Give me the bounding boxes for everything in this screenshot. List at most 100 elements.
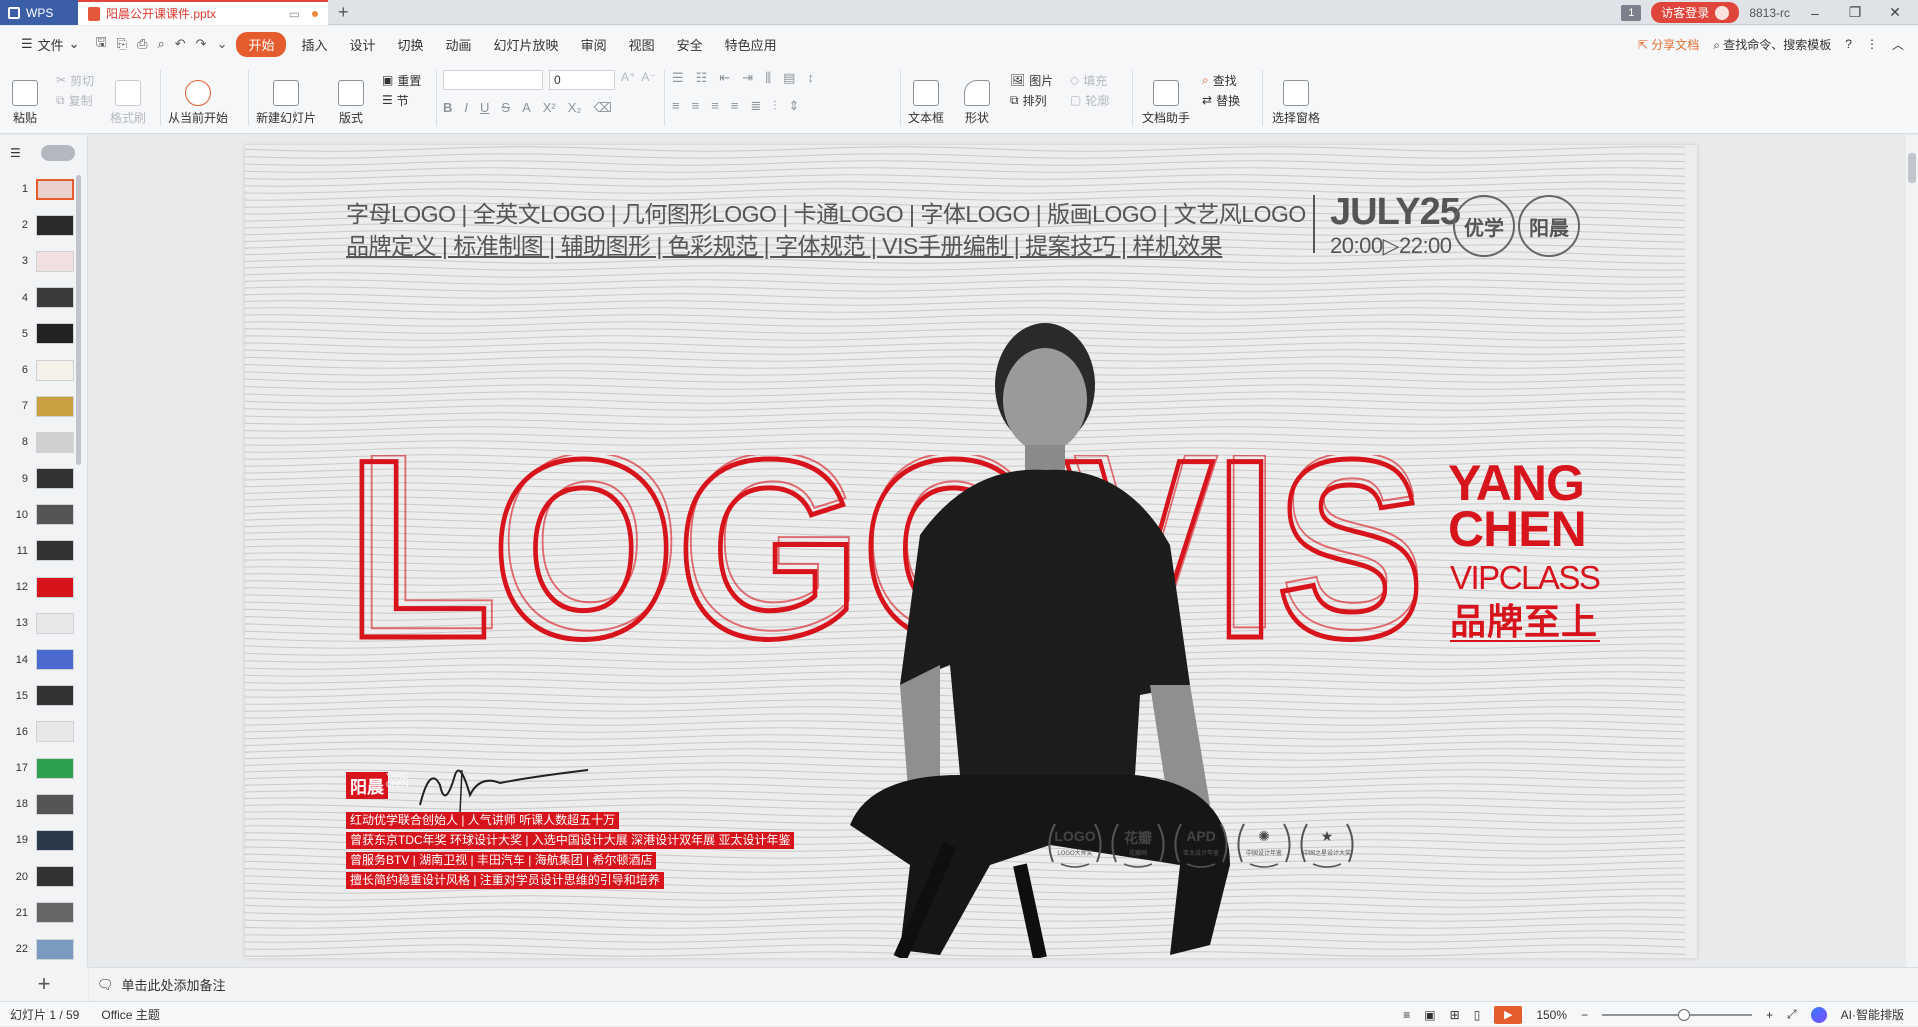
strikethrough-icon[interactable]: S [501,100,510,116]
font-color-icon[interactable]: A [522,100,531,116]
slide-thumbnail[interactable]: 9 [0,461,87,497]
clear-format-icon[interactable]: ⌫ [593,100,611,116]
slide-thumbnail[interactable]: 10 [0,497,87,533]
superscript-icon[interactable]: X² [543,100,556,116]
tab-design[interactable]: 设计 [339,31,387,58]
tab-slideshow[interactable]: 幻灯片放映 [483,31,570,58]
zoom-in-icon[interactable]: + [1766,1008,1773,1022]
numbered-list-icon[interactable]: ☷ [696,70,708,86]
undo-icon[interactable]: ↶ [170,36,191,52]
export-pdf-icon[interactable]: ⎘ [112,36,132,52]
increase-font-icon[interactable]: A⁺ [621,70,635,90]
fill-button[interactable]: ◇ 填充 [1070,70,1109,90]
tab-animation[interactable]: 动画 [435,31,483,58]
bullet-list-icon[interactable]: ☰ [672,70,684,86]
tab-start[interactable]: 开始 [236,31,287,57]
shape-button[interactable]: 形状 [964,66,990,130]
customize-quick-access-icon[interactable]: ⌄ [212,36,233,52]
subscript-icon[interactable]: X₂ [568,100,582,116]
slide-thumbnail[interactable]: 7 [0,388,87,424]
arrange-button[interactable]: ⧉ 排列 [1010,90,1053,110]
panel-scrollbar[interactable] [76,175,81,465]
line-spacing-icon[interactable]: ↕ [807,70,814,86]
paste-button[interactable]: 粘贴 [12,66,38,130]
reset-button[interactable]: ▣ 重置 [382,70,421,90]
minimize-icon[interactable]: – [1800,5,1830,21]
slide-thumbnail[interactable]: 8 [0,424,87,460]
tab-special-apps[interactable]: 特色应用 [714,31,788,58]
doc-assistant-button[interactable]: 文档助手 [1142,66,1190,130]
slide-thumbnail[interactable]: 20 [0,859,87,895]
tab-insert[interactable]: 插入 [290,31,338,58]
slide-thumbnail[interactable]: 1 [0,171,87,207]
slide-thumbnail[interactable]: 15 [0,678,87,714]
new-slide-button[interactable]: 新建幻灯片 [256,66,316,130]
slide-thumbnail[interactable]: 13 [0,605,87,641]
slide-thumbnail[interactable]: 21 [0,895,87,931]
underline-icon[interactable]: U [480,100,489,116]
menu-file[interactable]: ☰ 文件 ⌄ [10,31,91,58]
tab-view[interactable]: 视图 [618,31,666,58]
scroll-thumb[interactable] [1908,153,1916,183]
find-button[interactable]: ⌕ 查找 [1202,70,1240,90]
bold-icon[interactable]: B [443,100,452,116]
align-right-icon[interactable]: ≡ [711,98,719,114]
visitor-login-button[interactable]: 访客登录 [1651,2,1740,23]
font-name-field[interactable] [443,70,543,90]
tab-review[interactable]: 审阅 [570,31,618,58]
slide-thumbnail[interactable]: 12 [0,569,87,605]
reading-view-icon[interactable]: ▯ [1474,1008,1481,1022]
picture-button[interactable]: 🖼 图片 [1010,70,1053,90]
decrease-indent-icon[interactable]: ⇤ [719,70,730,86]
slide-thumbnail[interactable]: 2 [0,207,87,243]
zoom-level[interactable]: 150% [1536,1008,1567,1022]
section-button[interactable]: ☰ 节 [382,90,421,110]
slide-sorter-icon[interactable]: ⊞ [1450,1008,1460,1022]
more-icon[interactable]: ⋮ [1866,37,1878,51]
slide-thumbnail[interactable]: 3 [0,243,87,279]
slide-thumbnail[interactable]: 4 [0,280,87,316]
tab-security[interactable]: 安全 [666,31,714,58]
notification-badge[interactable]: 1 [1621,4,1642,21]
slide-thumbnail[interactable]: 22 [0,931,87,967]
unsaved-dot-icon[interactable] [312,10,318,17]
outline-view-icon[interactable]: ☰ [10,146,21,160]
search-command-box[interactable]: ⌕ 查找命令、搜索模板 [1713,36,1831,53]
close-icon[interactable]: ✕ [1880,4,1910,21]
ai-layout-button[interactable]: AI·智能排版 [1841,1006,1904,1023]
slide-thumbnail[interactable]: 14 [0,641,87,677]
slide-thumbnail[interactable]: 19 [0,822,87,858]
share-document-link[interactable]: ⇱ 分享文档 [1638,36,1699,53]
cut-button[interactable]: ✂ 剪切 [56,70,94,90]
slide-thumbnail[interactable]: 16 [0,714,87,750]
zoom-slider-knob[interactable] [1678,1008,1691,1021]
tab-transition[interactable]: 切换 [387,31,435,58]
justify-icon[interactable]: ≡ [731,98,739,114]
tab-window-icon[interactable]: ▭ [289,7,300,21]
play-from-current-button[interactable]: 从当前开始 [168,66,228,130]
collapse-ribbon-icon[interactable]: ︿ [1892,36,1904,53]
normal-view-icon[interactable]: ▣ [1424,1008,1435,1022]
wps-app-menu[interactable]: WPS [0,0,78,25]
slideshow-play-button[interactable]: ▶ [1494,1005,1523,1024]
print-preview-icon[interactable]: ⌕ [152,36,169,52]
replace-button[interactable]: ⇄ 替换 [1202,90,1240,110]
notes-bar[interactable]: 🗨 单击此处添加备注 [89,967,1918,1001]
column-icon[interactable]: ⫶ [773,98,776,114]
zoom-slider[interactable] [1602,1008,1753,1021]
thumbnail-view-icon[interactable] [40,145,75,161]
slide-thumbnail[interactable]: 18 [0,786,87,822]
slide-thumbnail[interactable]: 11 [0,533,87,569]
paragraph-spacing-icon[interactable]: ⇕ [789,98,800,114]
italic-icon[interactable]: I [464,100,468,116]
add-slide-button[interactable]: + [0,967,88,1001]
document-tab[interactable]: 阳晨公开课课件.pptx ▭ [78,0,328,25]
selection-pane-button[interactable]: 选择窗格 [1272,66,1320,130]
text-direction-icon[interactable]: ⫼ [765,70,771,86]
textbox-button[interactable]: 文本框 [908,66,944,130]
outline-button[interactable]: ▢ 轮廓 [1070,90,1109,110]
decrease-font-icon[interactable]: A⁻ [641,70,655,90]
copy-button[interactable]: ⧉ 复制 [56,90,94,110]
print-icon[interactable]: ⎙ [132,36,152,52]
zoom-out-icon[interactable]: − [1581,1008,1588,1022]
